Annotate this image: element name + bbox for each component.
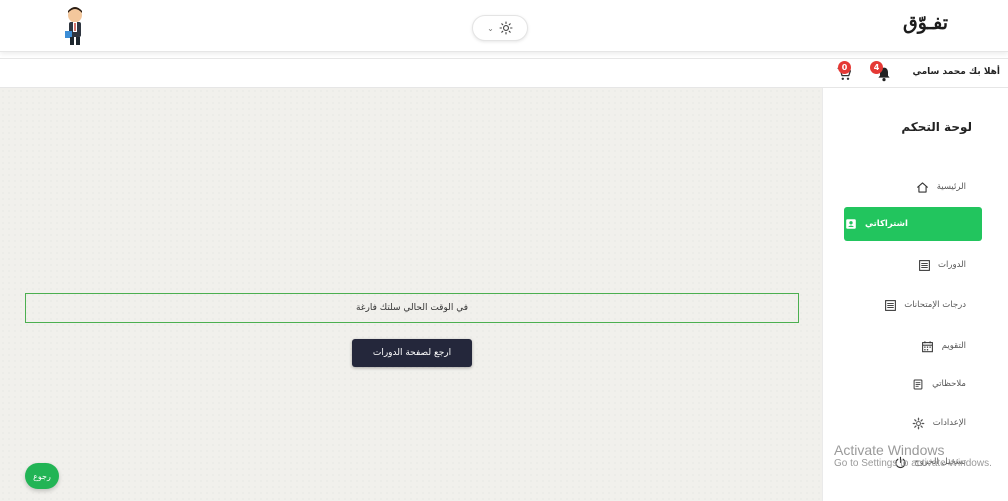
sun-icon (499, 21, 513, 35)
sidebar-item-label: درجات الإمتحانات (904, 300, 966, 310)
calendar-icon (921, 339, 935, 353)
back-to-courses-button[interactable]: ارجع لصفحة الدورات (352, 339, 472, 367)
sidebar-item-exam-grades[interactable]: درجات الإمتحانات (883, 295, 966, 315)
empty-cart-notice: في الوقت الحالي سلتك فارغة (25, 293, 799, 323)
sub-header: أهلا بك محمد سامي 4 0 (0, 58, 1008, 88)
sidebar-item-settings[interactable]: الإعدادات (912, 413, 966, 433)
sidebar-title: لوحة التحكم (901, 120, 972, 134)
cart-count-badge: 0 (838, 61, 851, 74)
notes-icon (911, 377, 925, 391)
back-button[interactable]: رجوع (25, 463, 59, 489)
sidebar-item-label: تسجيل الخروج (914, 457, 966, 467)
exam-grades-icon (883, 298, 897, 312)
sidebar-item-courses[interactable]: الدورات (917, 255, 966, 275)
sidebar-item-home[interactable]: الرئيسية (916, 177, 966, 197)
sidebar-item-label: التقويم (941, 341, 966, 351)
logout-icon (893, 455, 907, 469)
top-header: تفـوّق ⌄ (0, 0, 1008, 52)
settings-icon (912, 416, 926, 430)
home-icon (916, 180, 930, 194)
sidebar: لوحة التحكم الرئيسية اشتراكاتي الدورات د… (822, 88, 1008, 501)
user-greeting: أهلا بك محمد سامي (912, 67, 1000, 77)
sidebar-item-subscriptions[interactable]: اشتراكاتي (844, 207, 982, 241)
courses-icon (917, 258, 931, 272)
sidebar-item-label: اشتراكاتي (865, 219, 908, 229)
cart-button[interactable]: 0 (834, 61, 856, 83)
sidebar-item-calendar[interactable]: التقويم (921, 336, 966, 356)
sidebar-item-notes[interactable]: ملاحظاتي (911, 374, 966, 394)
sidebar-item-label: الإعدادات (932, 418, 966, 428)
sidebar-item-label: ملاحظاتي (932, 379, 966, 389)
sidebar-item-label: الرئيسية (936, 182, 966, 192)
app-logo[interactable]: تفـوّق (903, 12, 948, 34)
main-content: في الوقت الحالي سلتك فارغة ارجع لصفحة ال… (0, 88, 822, 501)
notifications-count-badge: 4 (870, 61, 883, 74)
sidebar-item-logout[interactable]: تسجيل الخروج (893, 452, 966, 472)
theme-toggle-button[interactable]: ⌄ (472, 15, 528, 41)
chevron-down-icon: ⌄ (487, 23, 494, 33)
user-avatar-icon[interactable] (60, 6, 90, 46)
notifications-button[interactable]: 4 (870, 61, 894, 83)
subscriptions-icon (844, 217, 858, 231)
sidebar-item-label: الدورات (938, 260, 966, 270)
